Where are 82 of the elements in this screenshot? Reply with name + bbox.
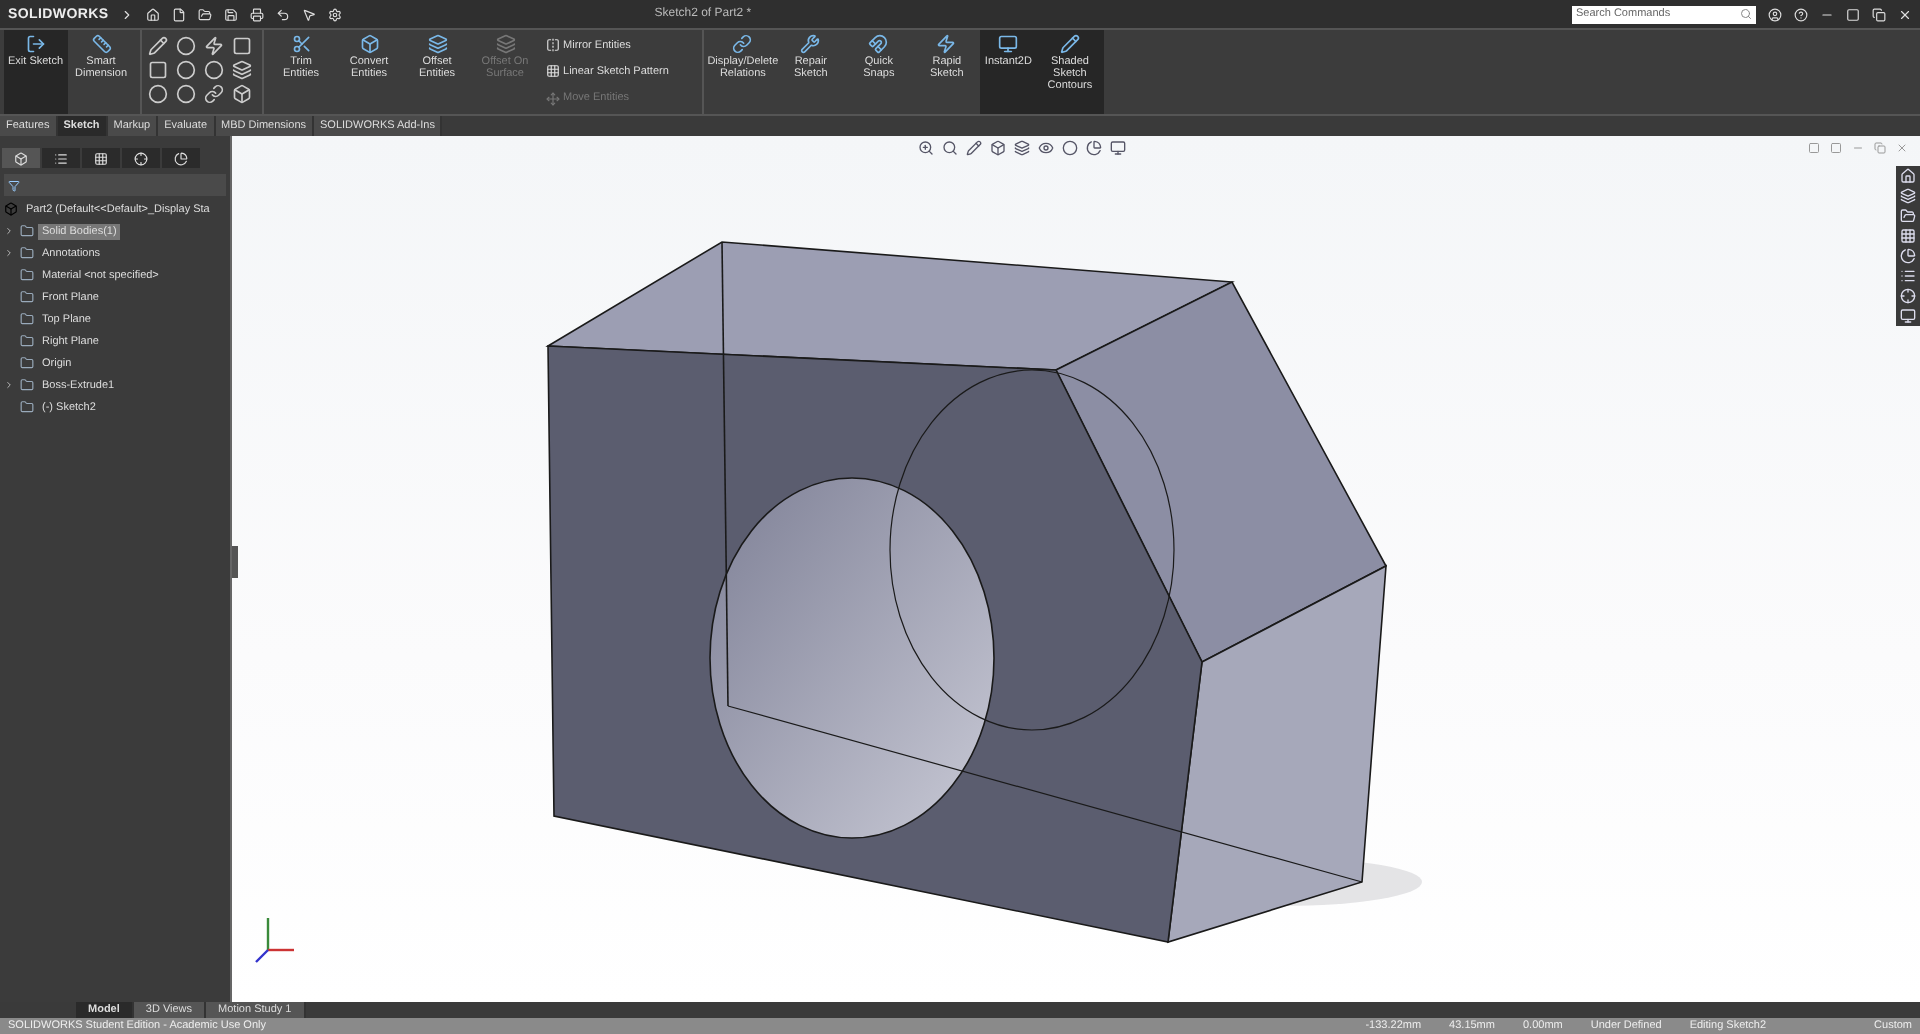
expand-menu-icon[interactable] <box>120 7 135 21</box>
sketch-tool-icon[interactable] <box>231 36 252 56</box>
sketch-tool-icon[interactable] <box>231 84 252 104</box>
filter-icon <box>8 179 20 191</box>
task-pane-icon[interactable] <box>1900 208 1916 224</box>
folder-icon <box>20 268 34 282</box>
offset-icon <box>495 34 516 54</box>
folder-icon <box>20 334 34 348</box>
grid-icon <box>545 64 560 79</box>
home-icon[interactable] <box>146 7 161 21</box>
wrench-icon <box>800 34 821 54</box>
sketch-tool-icon[interactable] <box>175 36 196 56</box>
folder-icon <box>20 400 34 414</box>
part-icon <box>14 151 28 165</box>
view-tool-icon[interactable] <box>1110 140 1126 156</box>
task-pane-icon[interactable] <box>1900 188 1916 204</box>
folder-icon <box>20 356 34 370</box>
view-tool-icon[interactable] <box>990 140 1006 156</box>
task-pane-icon[interactable] <box>1900 228 1916 244</box>
crosshair-icon <box>134 151 148 165</box>
graphics-viewport[interactable] <box>232 136 1920 1002</box>
dimxpert-tab[interactable] <box>122 148 160 168</box>
configuration-tab[interactable] <box>82 148 120 168</box>
property-tab[interactable] <box>42 148 80 168</box>
feature-tree-tab[interactable] <box>2 148 40 168</box>
lightning-icon <box>936 34 957 54</box>
sketch-tool-icon[interactable] <box>203 60 224 80</box>
offset-icon <box>427 34 448 54</box>
sketch-tool-icon[interactable] <box>147 36 168 56</box>
folder-icon <box>20 224 34 238</box>
view-tool-icon[interactable] <box>918 140 934 156</box>
mirror-icon <box>545 38 560 53</box>
view-tool-icon[interactable] <box>942 140 958 156</box>
maximize-icon[interactable] <box>1846 7 1860 21</box>
axis-triad-icon <box>255 918 294 963</box>
task-pane-icon[interactable] <box>1900 288 1916 304</box>
sketch-tool-icon[interactable] <box>147 60 168 80</box>
sketch-tool-icon[interactable] <box>203 36 224 56</box>
open-folder-icon[interactable] <box>198 7 213 21</box>
view-tool-icon[interactable] <box>1014 140 1030 156</box>
view-tool-icon[interactable] <box>1086 140 1102 156</box>
sketch-tool-icon[interactable] <box>231 60 252 80</box>
list-icon <box>54 151 68 165</box>
folder-icon <box>20 290 34 304</box>
trim-icon <box>291 34 312 54</box>
exit-icon <box>25 34 46 54</box>
magnet-icon <box>868 34 889 54</box>
view-tool-icon[interactable] <box>1062 140 1078 156</box>
part-icon <box>4 202 18 216</box>
dimension-icon <box>91 34 112 54</box>
task-pane-icon[interactable] <box>1900 268 1916 284</box>
pie-icon <box>174 151 188 165</box>
panel-handle[interactable] <box>232 546 238 578</box>
sketch-tool-icon[interactable] <box>147 84 168 104</box>
sketch-tool-icon[interactable] <box>203 84 224 104</box>
sketch-tool-icon[interactable] <box>175 84 196 104</box>
user-icon[interactable] <box>1768 7 1782 21</box>
tile-icon[interactable] <box>1830 142 1842 154</box>
folder-icon <box>20 378 34 392</box>
display-tab[interactable] <box>162 148 200 168</box>
new-file-icon[interactable] <box>172 7 187 21</box>
folder-icon <box>20 312 34 326</box>
monitor-icon <box>998 34 1019 54</box>
view-tool-icon[interactable] <box>1038 140 1054 156</box>
pointer-icon[interactable] <box>302 7 317 21</box>
view-tool-icon[interactable] <box>966 140 982 156</box>
tile-icon[interactable] <box>1808 142 1820 154</box>
restore-icon[interactable] <box>1872 7 1886 21</box>
help-icon[interactable] <box>1794 7 1808 21</box>
cube-icon <box>359 34 380 54</box>
undo-icon[interactable] <box>276 7 291 21</box>
task-pane-icon[interactable] <box>1900 308 1916 324</box>
folder-icon <box>20 246 34 260</box>
search-icon[interactable] <box>1740 8 1752 20</box>
task-pane-icon[interactable] <box>1900 248 1916 264</box>
sketch-tool-icon[interactable] <box>175 60 196 80</box>
print-icon[interactable] <box>250 7 265 21</box>
settings-icon[interactable] <box>328 7 343 21</box>
move-icon <box>545 91 560 106</box>
task-pane-icon[interactable] <box>1900 168 1916 184</box>
save-icon[interactable] <box>224 7 239 21</box>
pencil-icon <box>1059 34 1080 54</box>
